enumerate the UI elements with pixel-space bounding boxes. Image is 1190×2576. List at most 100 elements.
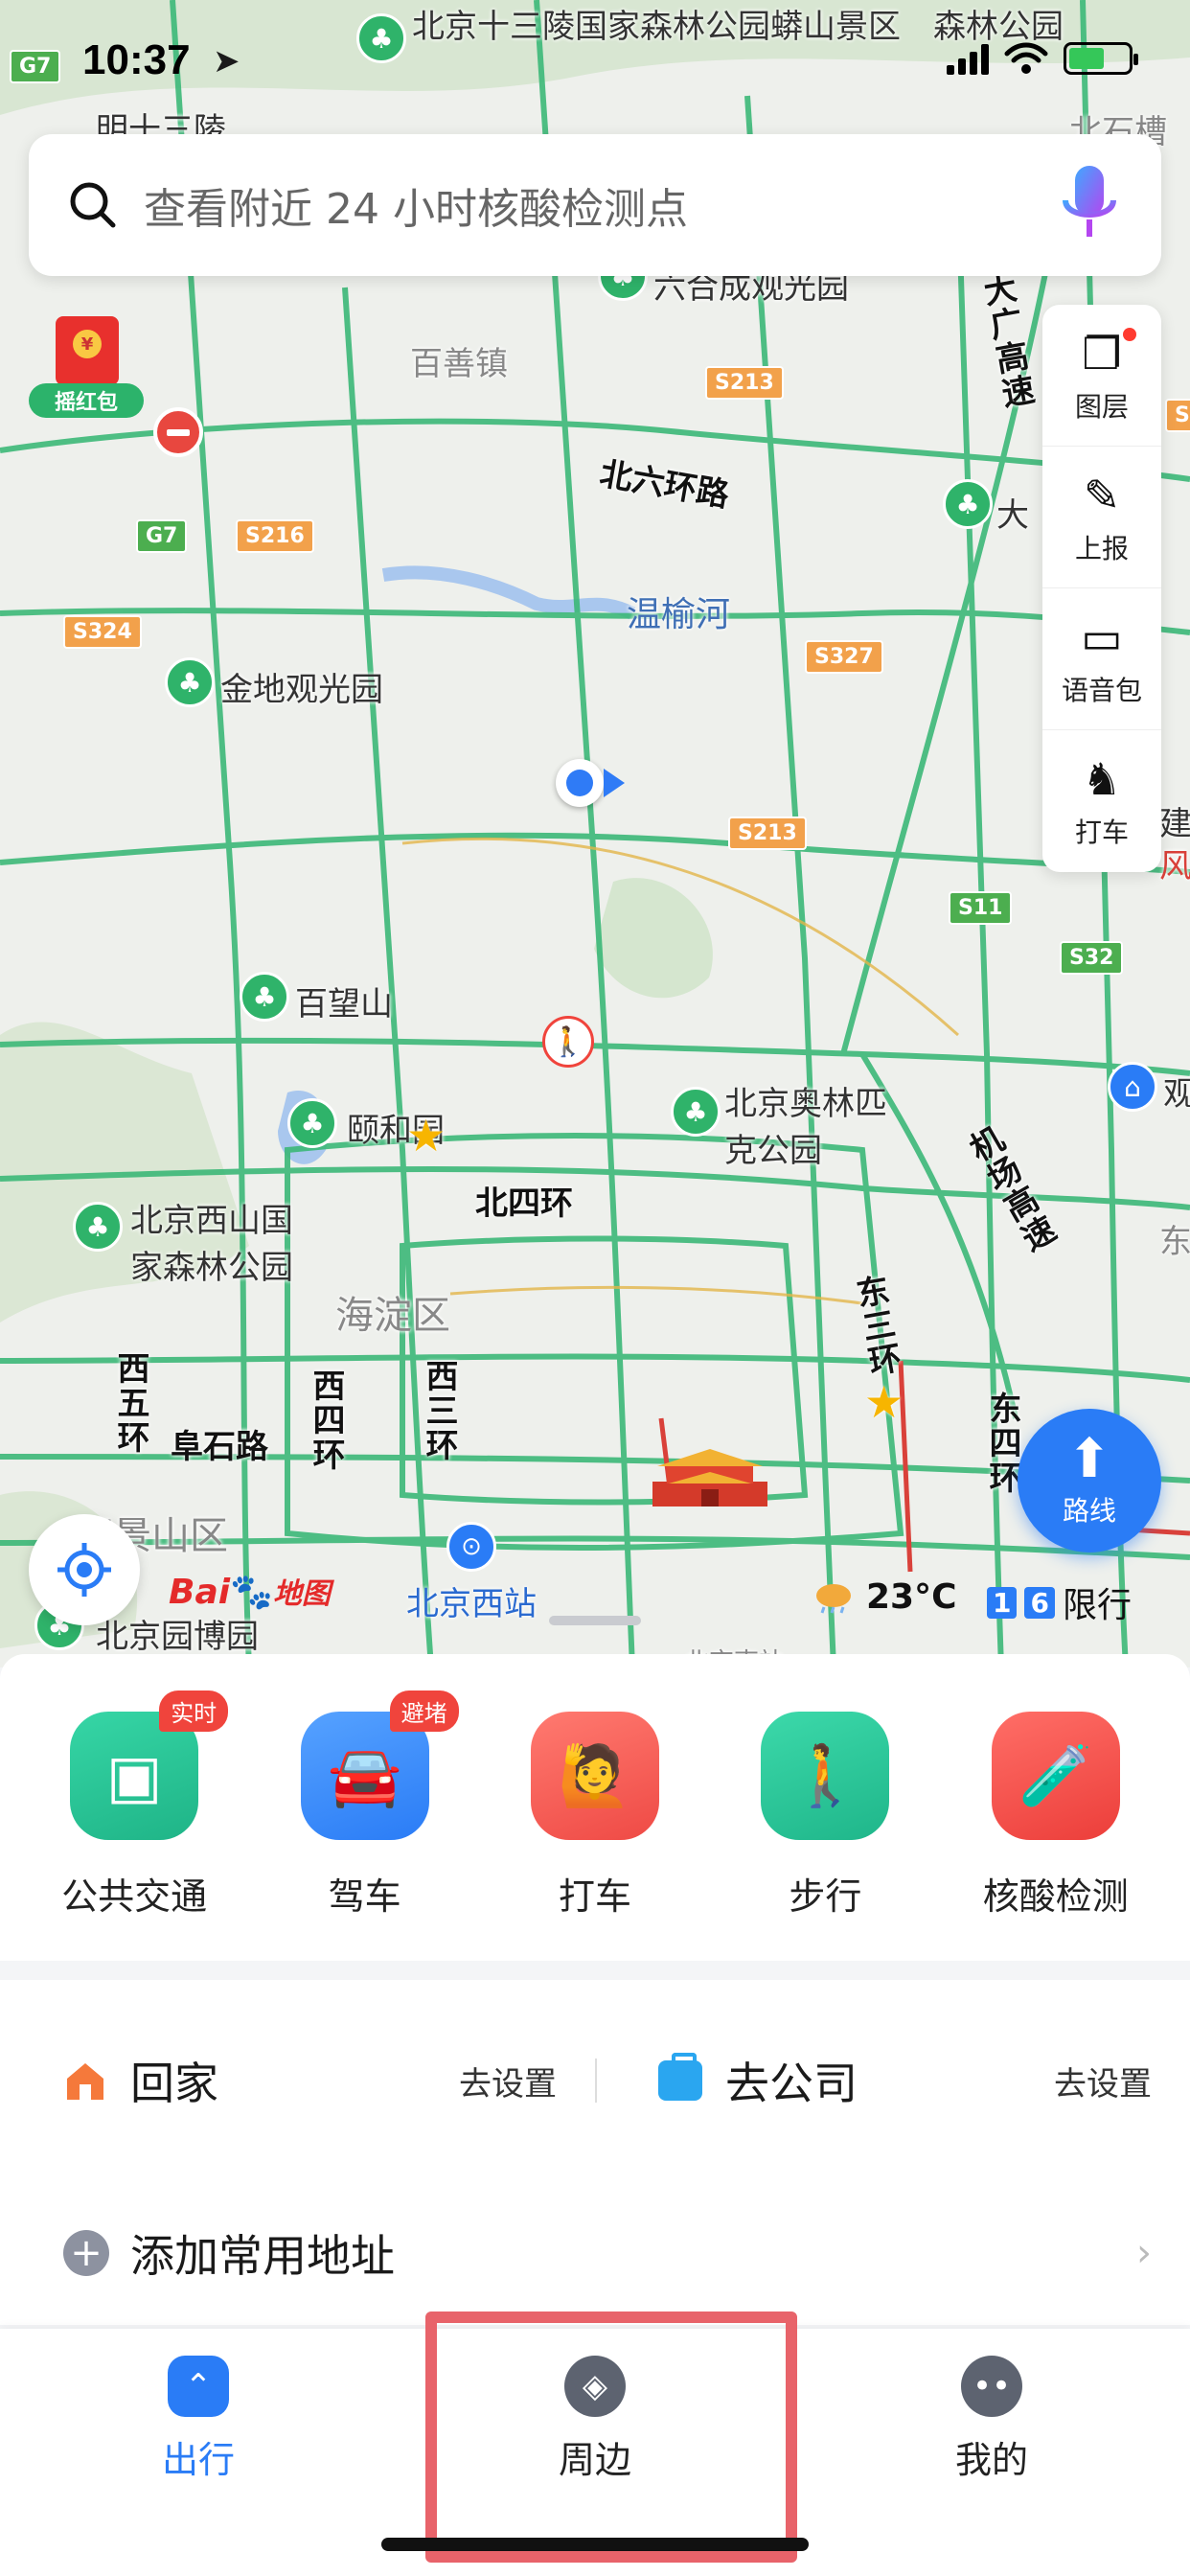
home-address[interactable]: 回家 去设置	[0, 1980, 595, 2181]
tool-label: 上报	[1074, 532, 1129, 564]
layers-button[interactable]: ❐ 图层	[1042, 305, 1161, 447]
notification-dot	[1123, 328, 1136, 341]
park-icon: ♣	[943, 479, 993, 529]
road-shield: S213	[705, 366, 784, 400]
park-icon: ♣	[240, 972, 289, 1022]
quick-action-label: 驾车	[328, 1875, 401, 1918]
train-station-icon: ⊙	[446, 1522, 496, 1572]
realtime-badge: 实时	[159, 1690, 229, 1732]
work-address[interactable]: 去公司 去设置	[595, 1980, 1190, 2181]
road-shield: S327	[805, 640, 883, 674]
tiananmen-landmark-icon	[652, 1449, 767, 1506]
chevron-right-icon: ›	[1136, 2231, 1152, 2275]
quick-action-taxi[interactable]: 🙋 打车	[490, 1712, 700, 1961]
quick-action-label: 步行	[789, 1875, 862, 1918]
report-icon: ✎	[1083, 469, 1121, 521]
map-label-guan: 观	[1163, 1075, 1190, 1114]
quick-action-test[interactable]: 🧪 核酸检测	[950, 1712, 1161, 1961]
map-label-olympic: 北京奥林匹克公园	[724, 1085, 887, 1170]
work-label: 去公司	[725, 2058, 858, 2109]
park-icon: ♣	[287, 1098, 337, 1148]
compass-icon: ◈	[564, 2356, 626, 2417]
baidu-map-logo: Bai🐾地图	[169, 1570, 331, 1612]
locate-icon	[57, 1543, 111, 1597]
walk-icon: 🚶	[761, 1712, 890, 1840]
road-shield: G7	[136, 519, 188, 553]
park-icon: ♣	[165, 657, 215, 707]
briefcase-icon	[658, 2053, 702, 2101]
route-button[interactable]: ⬆ 路线	[1018, 1409, 1161, 1552]
road-shield: S324	[63, 615, 142, 649]
map-label-jindi: 金地观光园	[220, 671, 383, 709]
search-placeholder: 查看附近 24 小时核酸检测点	[144, 185, 688, 234]
search-bar[interactable]: 查看附近 24 小时核酸检测点	[29, 134, 1161, 276]
quick-action-label: 打车	[558, 1875, 631, 1918]
add-address-label: 添加常用地址	[130, 2230, 395, 2282]
add-address-row[interactable]: + 添加常用地址 ›	[0, 2181, 1190, 2325]
map-label-jian: 建	[1159, 805, 1190, 843]
status-bar: 10:37 ➤	[0, 0, 1190, 125]
museum-icon: ⌂	[1108, 1062, 1157, 1112]
microphone-icon[interactable]	[1056, 162, 1123, 248]
home-indicator	[381, 2538, 809, 2551]
tab-label: 出行	[161, 2439, 235, 2481]
restriction-num: 1	[987, 1586, 1018, 1619]
location-services-icon: ➤	[213, 42, 240, 80]
restriction-num: 6	[1024, 1586, 1055, 1619]
home-set-button[interactable]: 去设置	[459, 2058, 557, 2104]
baidu-paw-icon: 🐾	[230, 1573, 273, 1612]
route-label: 路线	[1062, 1495, 1116, 1527]
red-packet-button[interactable]: ¥ 摇红包	[29, 309, 144, 424]
route-arrow-icon: ⬆	[1066, 1428, 1112, 1490]
quick-action-walk[interactable]: 🚶 步行	[720, 1712, 930, 1961]
test-tube-icon: 🧪	[991, 1712, 1120, 1840]
tab-profile[interactable]: •• 我的	[793, 2329, 1190, 2576]
tool-label: 图层	[1074, 390, 1129, 423]
road-shield: S11	[949, 891, 1013, 925]
voice-pack-icon: ▭	[1081, 610, 1123, 663]
tab-label: 周边	[558, 2439, 631, 2481]
no-entry-icon	[153, 407, 203, 457]
park-icon: ♣	[671, 1087, 721, 1137]
map-label-fushi: 阜石路	[171, 1428, 268, 1466]
taxi-button[interactable]: ♞ 打车	[1042, 730, 1161, 872]
map-label-xishan: 北京西山国家森林公园	[130, 1202, 293, 1287]
tool-label: 打车	[1074, 816, 1129, 848]
quick-action-label: 公共交通	[61, 1875, 208, 1918]
tab-label: 我的	[954, 2439, 1028, 2481]
map-label-baiwang: 百望山	[295, 985, 393, 1024]
weather-cloud-icon	[816, 1583, 851, 1613]
tab-travel[interactable]: ⌃ 出行	[0, 2329, 397, 2576]
current-location-dot	[556, 759, 604, 807]
heading-arrow-icon	[604, 769, 625, 797]
map-label-north4: 北四环	[475, 1184, 573, 1223]
park-icon: ♣	[73, 1202, 123, 1252]
restriction-label: 限行	[1062, 1586, 1132, 1625]
map-label-feng: 风	[1159, 847, 1190, 886]
home-icon	[67, 2063, 103, 2100]
traffic-restriction[interactable]: 16 限行	[987, 1577, 1132, 1627]
avoid-jam-badge: 避堵	[389, 1690, 459, 1732]
taxi-stand-icon: 🚶	[542, 1016, 594, 1068]
map-label-west5: 西五环	[111, 1351, 149, 1455]
road-shield: S2	[1165, 399, 1190, 432]
search-icon	[70, 182, 116, 228]
profile-icon: ••	[961, 2356, 1022, 2417]
map-label-baishan: 百善镇	[410, 345, 508, 383]
status-time: 10:37	[82, 36, 191, 83]
weather-widget[interactable]: 23°C	[811, 1577, 957, 1617]
tool-label: 语音包	[1061, 674, 1142, 706]
quick-action-bus[interactable]: 实时 ▣ 公共交通	[29, 1690, 240, 1961]
voice-pack-button[interactable]: ▭ 语音包	[1042, 588, 1161, 730]
sheet-grabber[interactable]	[549, 1616, 641, 1625]
work-set-button[interactable]: 去设置	[1054, 2058, 1152, 2104]
map-label-wenyu: 温榆河	[627, 595, 731, 634]
quick-action-label: 核酸检测	[982, 1875, 1129, 1918]
battery-icon	[1064, 42, 1138, 75]
quick-action-drive[interactable]: 避堵 🚘 驾车	[260, 1690, 470, 1961]
cellular-signal-icon	[947, 42, 989, 75]
locate-me-button[interactable]	[29, 1514, 140, 1625]
red-packet-label: 摇红包	[29, 383, 144, 418]
baidu-logo-map: 地图	[272, 1577, 331, 1611]
report-button[interactable]: ✎ 上报	[1042, 447, 1161, 588]
